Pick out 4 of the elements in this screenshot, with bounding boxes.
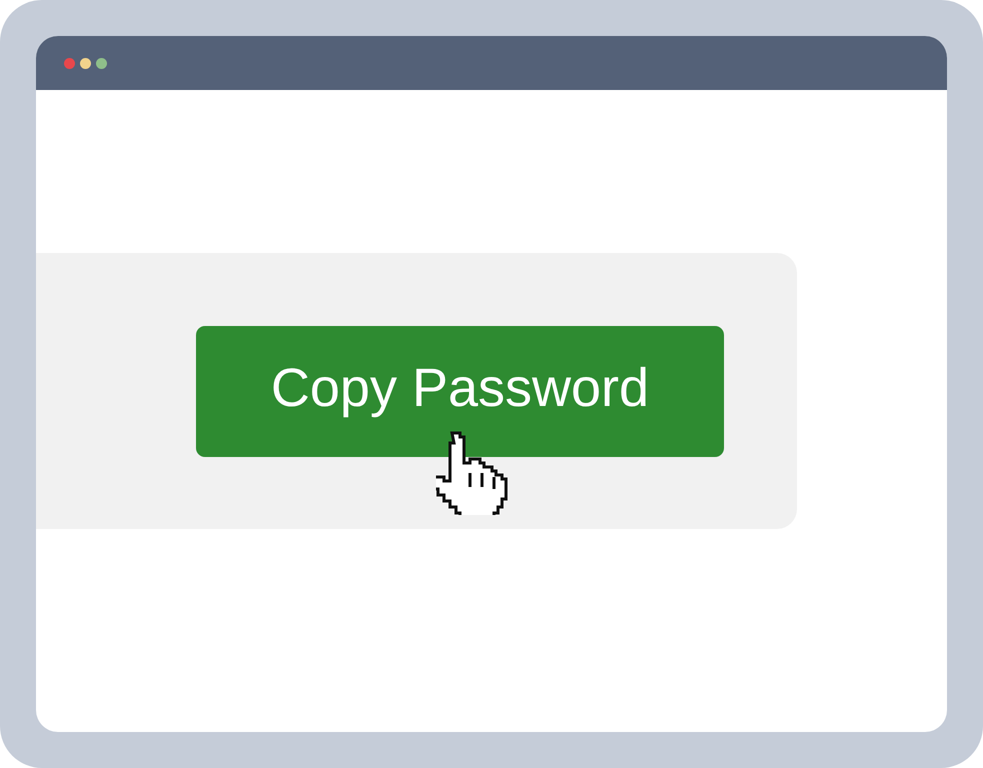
window-control-dot[interactable] bbox=[80, 58, 91, 68]
window-control-dot[interactable] bbox=[64, 58, 75, 68]
window-control-dot[interactable] bbox=[96, 58, 107, 68]
copy-password-button[interactable]: Copy Password bbox=[196, 326, 724, 457]
